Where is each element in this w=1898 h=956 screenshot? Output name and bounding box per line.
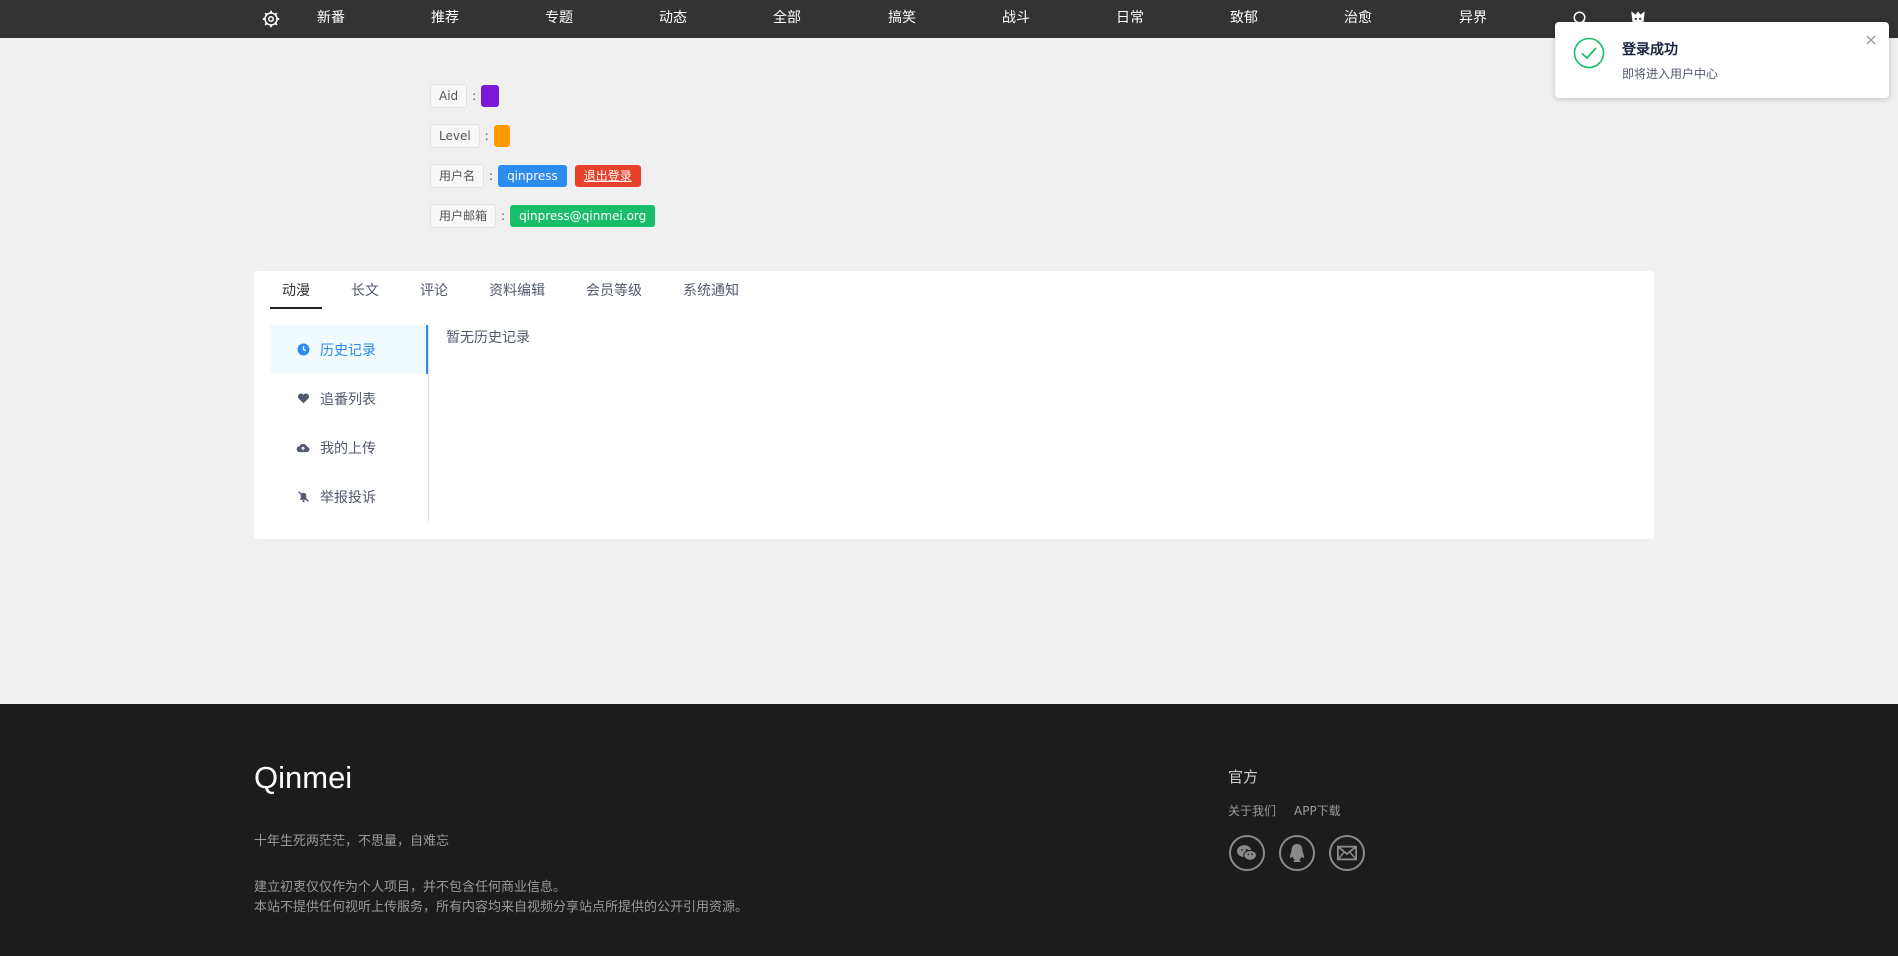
nav-item-recommend[interactable]: 推荐 (431, 0, 459, 38)
tab-membership[interactable]: 会员等级 (574, 271, 654, 307)
content-tabs: 动漫 长文 评论 资料编辑 会员等级 系统通知 (270, 271, 768, 309)
cloud-upload-icon (296, 441, 310, 455)
aid-value-badge (481, 85, 500, 107)
mail-icon[interactable] (1329, 835, 1365, 871)
aid-row: Aid : (430, 84, 500, 108)
tab-articles[interactable]: 长文 (339, 271, 391, 307)
user-content-card: 动漫 长文 评论 资料编辑 会员等级 系统通知 历史记录 追番列表 我的上传 举… (254, 271, 1654, 539)
footer-notice-line: 建立初衷仅仅作为个人项目，并不包含任何商业信息。 (254, 880, 567, 895)
check-circle-icon (1573, 37, 1605, 69)
username-value: qinpress (498, 165, 567, 187)
close-icon[interactable] (1865, 34, 1877, 46)
email-value: qinpress@qinmei.org (510, 205, 656, 227)
username-row: 用户名 : qinpress 退出登录 (430, 164, 641, 188)
menu-item-label: 举报投诉 (320, 489, 376, 506)
wechat-icon[interactable] (1229, 835, 1265, 871)
nav-item-comedy[interactable]: 搞笑 (888, 0, 916, 38)
footer: Qinmei 十年生死两茫茫，不思量，自难忘 建立初衷仅仅作为个人项目，并不包含… (0, 704, 1898, 956)
nav-item-isekai[interactable]: 异界 (1459, 0, 1487, 38)
separator: : (489, 169, 494, 183)
separator: : (472, 89, 477, 103)
qq-icon[interactable] (1279, 835, 1315, 871)
footer-notice-line: 本站不提供任何视听上传服务，所有内容均来自视频分享站点所提供的公开引用资源。 (254, 900, 749, 915)
heart-icon (296, 392, 310, 406)
username-label: 用户名 (430, 164, 485, 188)
gear-icon[interactable] (262, 10, 280, 28)
level-label: Level (430, 124, 480, 148)
nav-item-healing[interactable]: 治愈 (1344, 0, 1372, 38)
nav-item-action[interactable]: 战斗 (1002, 0, 1030, 38)
menu-item-history[interactable]: 历史记录 (270, 325, 428, 374)
footer-official-title: 官方 (1228, 768, 1259, 786)
tab-comments[interactable]: 评论 (408, 271, 460, 307)
email-row: 用户邮箱 : qinpress@qinmei.org (430, 204, 656, 228)
tab-profile-edit[interactable]: 资料编辑 (477, 271, 557, 307)
nav-item-xinfan[interactable]: 新番 (317, 0, 345, 38)
menu-item-watchlist[interactable]: 追番列表 (270, 374, 428, 423)
nav-item-all[interactable]: 全部 (773, 0, 801, 38)
logout-button[interactable]: 退出登录 (574, 165, 641, 187)
tab-anime[interactable]: 动漫 (270, 271, 322, 309)
toast-description: 即将进入用户中心 (1622, 67, 1719, 81)
separator: : (501, 209, 506, 223)
separator: : (484, 129, 489, 143)
menu-item-label: 我的上传 (320, 440, 376, 457)
login-success-toast: 登录成功 即将进入用户中心 (1555, 22, 1889, 98)
tab-notifications[interactable]: 系统通知 (671, 271, 751, 307)
menu-item-label: 追番列表 (320, 391, 376, 408)
empty-history-text: 暂无历史记录 (446, 330, 530, 346)
toast-title: 登录成功 (1622, 42, 1678, 58)
nav-item-feed[interactable]: 动态 (659, 0, 687, 38)
side-menu: 历史记录 追番列表 我的上传 举报投诉 (270, 325, 429, 521)
aid-label: Aid (430, 84, 468, 108)
clock-icon (296, 343, 310, 357)
about-us-link[interactable]: 关于我们 (1228, 802, 1276, 819)
menu-item-report[interactable]: 举报投诉 (270, 472, 428, 521)
email-label: 用户邮箱 (430, 204, 497, 228)
nav-item-topics[interactable]: 专题 (545, 0, 573, 38)
footer-brand: Qinmei (254, 760, 353, 795)
footer-slogan: 十年生死两茫茫，不思量，自难忘 (254, 834, 450, 849)
menu-item-label: 历史记录 (320, 342, 376, 359)
nav-item-depressing[interactable]: 致郁 (1230, 0, 1258, 38)
nav-item-daily[interactable]: 日常 (1116, 0, 1144, 38)
bell-off-icon (296, 490, 310, 504)
app-download-link[interactable]: APP下载 (1294, 802, 1341, 819)
level-value-badge (493, 125, 510, 147)
menu-item-uploads[interactable]: 我的上传 (270, 423, 428, 472)
level-row: Level : (430, 124, 510, 148)
